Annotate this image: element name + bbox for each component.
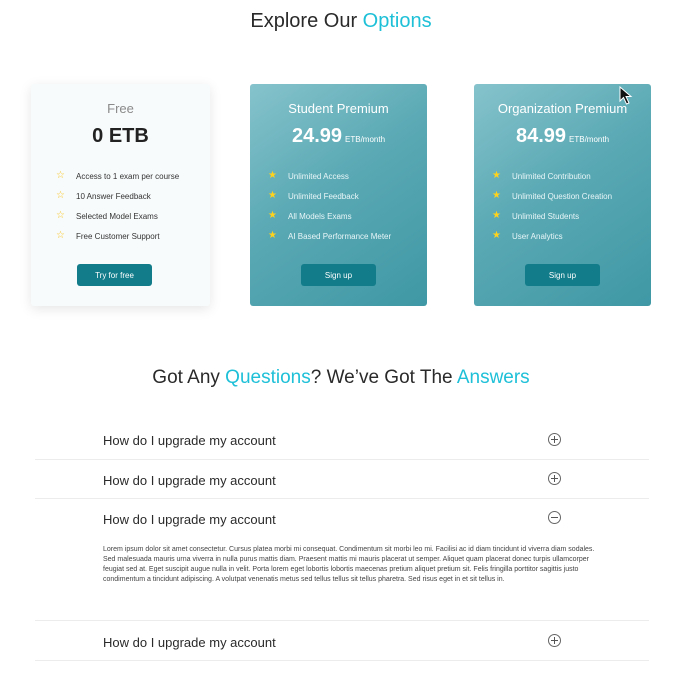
plan-name: Free [107, 101, 134, 116]
star-icon: ★ [492, 230, 501, 241]
feature-text: User Analytics [512, 231, 563, 241]
star-icon: ★ [268, 190, 277, 201]
faq-question[interactable]: How do I upgrade my account [103, 433, 276, 448]
price-unit: ETB/month [569, 135, 610, 144]
plus-circle-icon[interactable] [548, 433, 561, 446]
faq-question[interactable]: How do I upgrade my account [103, 473, 276, 488]
feature-text: Access to 1 exam per course [76, 171, 180, 181]
star-icon: ★ [268, 230, 277, 241]
plan-card-organization-premium: Organization Premium 84.99 ETB/month ★ Unl… [474, 84, 651, 306]
plan-price: 24.99 [291, 125, 343, 147]
plan-card-student-premium: Student Premium 24.99 ETB/month ★ Unlimite… [250, 84, 427, 306]
feature-item: ★ All Models Exams [250, 206, 427, 226]
star-icon: ★ [492, 170, 501, 181]
feature-text: Unlimited Students [512, 211, 580, 221]
star-icon: ☆ [56, 230, 65, 241]
price-unit: ETB/month [345, 135, 386, 144]
feature-text: Unlimited Feedback [288, 191, 359, 201]
title-accent: Options [362, 10, 432, 32]
feature-text: All Models Exams [288, 211, 352, 221]
price-row: 0 ETB [31, 125, 210, 148]
faq-item[interactable]: How do I upgrade my account [35, 460, 649, 499]
faq-title-accent2: Answers [456, 367, 530, 388]
feature-item: ☆ Access to 1 exam per course [31, 166, 210, 186]
minus-circle-icon[interactable] [548, 511, 561, 524]
feature-item: ★ Unlimited Question Creation [474, 186, 651, 206]
star-icon: ☆ [56, 170, 65, 181]
sign-up-button[interactable]: Sign up [525, 264, 600, 286]
faq-item-expanded[interactable]: How do I upgrade my account Lorem ipsum … [35, 499, 649, 621]
feature-list: ☆ Access to 1 exam per course ☆ 10 Answer … [31, 166, 210, 246]
feature-item: ★ User Analytics [474, 226, 651, 246]
faq-title: Got Any Questions? We’ve Got The Answers [0, 367, 682, 389]
feature-item: ★ Unlimited Access [250, 166, 427, 186]
feature-item: ☆ 10 Answer Feedback [31, 186, 210, 206]
faq-answer: Lorem ipsum dolor sit amet consectetur. … [103, 546, 595, 583]
faq-item[interactable]: How do I upgrade my account [35, 421, 649, 460]
faq-title-part2: ? We’ve Got The [310, 367, 457, 388]
plan-price: 0 ETB [92, 125, 149, 147]
feature-text: Unlimited Question Creation [512, 191, 613, 201]
feature-item: ★ Unlimited Feedback [250, 186, 427, 206]
title-prefix: Explore Our [250, 10, 363, 32]
explore-options-title: Explore Our Options [0, 10, 682, 33]
feature-item: ★ AI Based Performance Meter [250, 226, 427, 246]
price-row: 24.99 ETB/month [250, 125, 427, 148]
plus-circle-icon[interactable] [548, 634, 561, 647]
try-for-free-button[interactable]: Try for free [77, 264, 152, 286]
faq-question[interactable]: How do I upgrade my account [103, 512, 276, 527]
feature-item: ☆ Selected Model Exams [31, 206, 210, 226]
faq-title-part1: Got Any [152, 367, 226, 388]
sign-up-button[interactable]: Sign up [301, 264, 376, 286]
feature-list: ★ Unlimited Access ★ Unlimited Feedback ★ A… [250, 166, 427, 246]
star-icon: ★ [268, 170, 277, 181]
faq-item[interactable]: How do I upgrade my account [35, 621, 649, 661]
star-icon: ☆ [56, 210, 65, 221]
feature-text: Selected Model Exams [76, 211, 158, 221]
feature-text: 10 Answer Feedback [76, 191, 151, 201]
plan-card-free: Free 0 ETB ☆ Access to 1 exam per course … [31, 84, 210, 306]
mouse-cursor-icon [619, 86, 633, 105]
plan-name: Student Premium [288, 101, 389, 116]
plus-circle-icon[interactable] [548, 472, 561, 485]
feature-text: Unlimited Access [288, 171, 349, 181]
price-row: 84.99 ETB/month [474, 125, 651, 148]
star-icon: ☆ [56, 190, 65, 201]
star-icon: ★ [492, 210, 501, 221]
star-icon: ★ [268, 210, 277, 221]
faq-question[interactable]: How do I upgrade my account [103, 635, 276, 650]
plan-price: 84.99 [515, 125, 567, 147]
feature-item: ★ Unlimited Students [474, 206, 651, 226]
feature-text: AI Based Performance Meter [288, 231, 392, 241]
feature-list: ★ Unlimited Contribution ★ Unlimited Quest… [474, 166, 651, 246]
star-icon: ★ [492, 190, 501, 201]
faq-title-accent1: Questions [225, 367, 311, 388]
feature-text: Unlimited Contribution [512, 171, 591, 181]
feature-item: ★ Unlimited Contribution [474, 166, 651, 186]
feature-item: ☆ Free Customer Support [31, 226, 210, 246]
feature-text: Free Customer Support [76, 231, 160, 241]
